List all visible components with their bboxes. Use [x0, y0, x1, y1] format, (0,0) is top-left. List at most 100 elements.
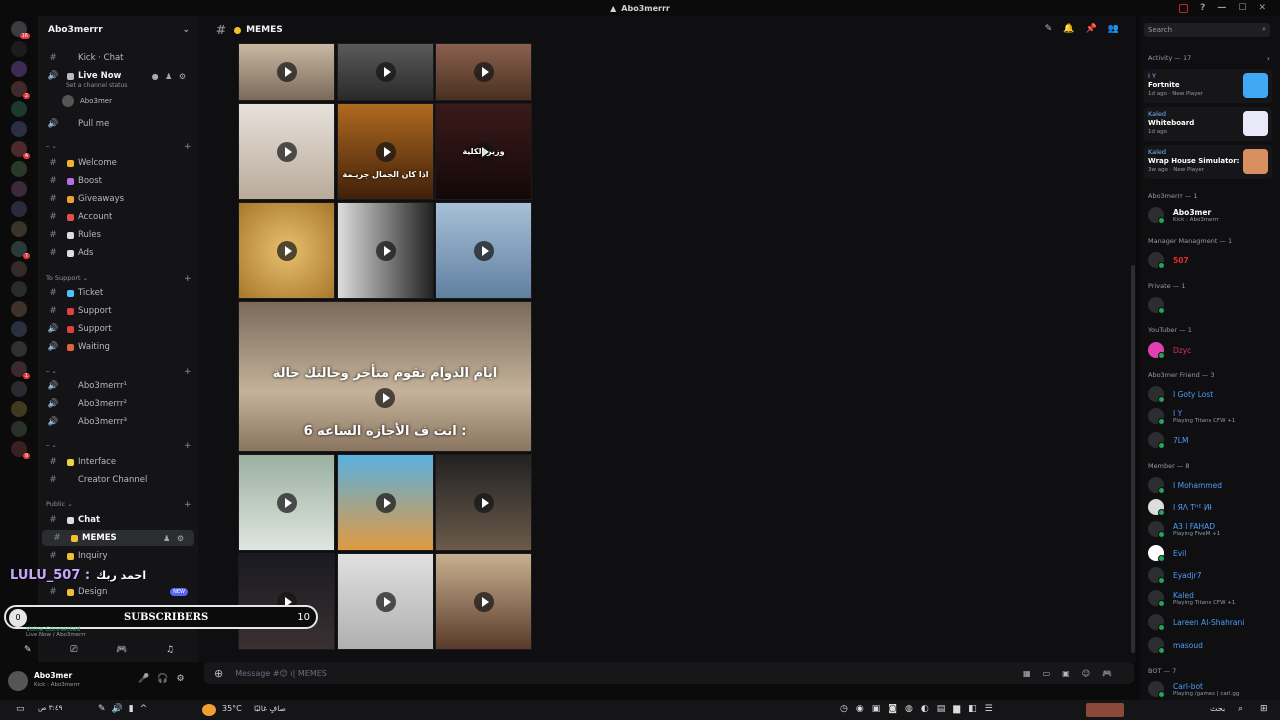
video-thumbnail[interactable] — [435, 553, 532, 650]
scrollbar[interactable] — [1131, 265, 1135, 653]
video-thumbnail[interactable] — [337, 43, 434, 101]
channel-rules[interactable]: # Rules — [38, 227, 196, 243]
settings-icon[interactable]: ⚙ — [176, 674, 192, 684]
category-header[interactable]: ⎯ ⌄ + — [46, 441, 192, 451]
video-thumbnail[interactable] — [238, 43, 335, 101]
discord-icon[interactable]: ◙ — [888, 704, 905, 714]
activity-icon[interactable]: 🎮 — [116, 645, 127, 655]
server-icon[interactable] — [11, 161, 27, 177]
server-icon[interactable] — [11, 381, 27, 397]
desktop-icon[interactable]: ▭ — [16, 704, 25, 714]
help-icon[interactable]: ? — [1200, 3, 1205, 13]
channel-chat[interactable]: # Chat — [38, 512, 196, 528]
add-attachment-icon[interactable]: ⊕ — [214, 667, 223, 680]
server-icon[interactable] — [11, 301, 27, 317]
server-icon[interactable] — [11, 41, 27, 57]
battery-icon[interactable]: ▮ — [129, 704, 140, 714]
video-thumbnail[interactable] — [435, 43, 532, 101]
channel-controls[interactable]: ♟ ⚙ — [163, 534, 186, 543]
video-thumbnail[interactable] — [337, 454, 434, 551]
widgets-icon[interactable] — [1086, 703, 1124, 717]
channel-voice-2[interactable]: 🔊 Abo3merrr² — [38, 396, 196, 412]
volume-icon[interactable]: 🔊 — [112, 704, 129, 714]
members-icon[interactable]: 👥 — [1108, 24, 1130, 34]
soundboard-icon[interactable]: ♫ — [166, 645, 174, 655]
channel-interface[interactable]: # Interface — [38, 454, 196, 470]
server-icon[interactable] — [11, 181, 27, 197]
maximize-button[interactable]: ☐ — [1238, 3, 1246, 13]
play-icon[interactable] — [375, 591, 396, 612]
video-thumbnail[interactable] — [238, 454, 335, 551]
channel-voice-1[interactable]: 🔊 Abo3merrr¹ — [38, 378, 196, 394]
deafen-icon[interactable]: 🎧 — [157, 674, 176, 684]
play-icon[interactable] — [375, 141, 396, 162]
video-thumbnail[interactable] — [337, 202, 434, 299]
channel-controls[interactable]: ● ♟ ⚙ — [152, 72, 188, 81]
play-icon[interactable] — [276, 492, 297, 513]
play-icon[interactable] — [473, 492, 494, 513]
video-thumbnail[interactable] — [435, 202, 532, 299]
video-thumbnail[interactable] — [238, 103, 335, 200]
app-icon[interactable]: ▣ — [872, 704, 889, 714]
close-button[interactable]: ✕ — [1258, 3, 1266, 13]
message-composer[interactable]: ⊕ Message #😊 ı| MEMES ▦▭▣☺🎮 — [204, 662, 1134, 684]
server-icon[interactable] — [11, 121, 27, 137]
play-icon[interactable] — [276, 141, 297, 162]
activity-card[interactable]: I Y Fortnite 1d ago · New Player — [1144, 69, 1272, 103]
channel-ads[interactable]: # Ads — [38, 245, 196, 261]
activity-card[interactable]: KaledWrap House Simulator: Pro...3w ago … — [1144, 145, 1272, 179]
server-icon[interactable] — [11, 281, 27, 297]
folder-icon[interactable]: ▆ — [953, 704, 968, 714]
channel-support-2[interactable]: 🔊 Support — [38, 321, 196, 337]
activity-card[interactable]: Kaled Whiteboard 1d ago — [1144, 107, 1272, 141]
channel-support-1[interactable]: # Support — [38, 303, 196, 319]
server-icon[interactable] — [11, 421, 27, 437]
server-icon[interactable] — [11, 321, 27, 337]
inbox-icon[interactable] — [1179, 3, 1189, 13]
search-input[interactable]: Search ⌕ — [1144, 23, 1270, 37]
server-icon[interactable] — [11, 261, 27, 277]
server-icon[interactable] — [11, 201, 27, 217]
channel-boost[interactable]: # Boost — [38, 173, 196, 189]
chevron-up-icon[interactable]: ^ — [140, 704, 154, 714]
home-icon[interactable]: 16 — [11, 21, 30, 39]
member-item[interactable]: Evil — [1148, 543, 1274, 563]
add-channel-icon[interactable]: + — [184, 367, 192, 377]
member-item[interactable]: Dzyc — [1148, 340, 1274, 360]
channel-creator[interactable]: # Creator Channel — [38, 472, 196, 488]
sticker-icon[interactable]: ▣ — [1062, 669, 1082, 678]
video-thumbnail[interactable]: وزير الكلية — [435, 103, 532, 200]
search-icon[interactable]: ⌕ — [1238, 704, 1243, 714]
video-thumbnail[interactable] — [435, 454, 532, 551]
video-thumbnail-large[interactable]: ايام الدوام تقوم متأخر وحالتك حالة انت ف… — [238, 301, 532, 452]
server-header[interactable]: Abo3merrr ⌄ — [38, 16, 198, 44]
channel-kick-chat[interactable]: # Kick · Chat — [38, 50, 196, 66]
message-input[interactable]: Message #😊 ı| MEMES — [235, 669, 327, 678]
server-icon[interactable]: 4 — [11, 141, 30, 159]
task-view-icon[interactable]: ☰ — [985, 704, 1001, 714]
member-item[interactable]: I Goty Lost — [1148, 384, 1274, 404]
app-icon[interactable]: ◧ — [968, 704, 985, 714]
channel-account[interactable]: # Account — [38, 209, 196, 225]
category-public[interactable]: Public ⌄ + — [46, 500, 192, 510]
server-icon[interactable]: 7 — [11, 241, 30, 259]
server-icon[interactable]: 1 — [11, 361, 30, 379]
gif-icon[interactable]: ▭ — [1043, 669, 1063, 678]
member-item[interactable]: 507 — [1148, 250, 1274, 270]
channel-giveaways[interactable]: # Giveaways — [38, 191, 196, 207]
member-item[interactable]: Abo3mer Kick : Abo3merrr — [1148, 205, 1274, 225]
server-icon[interactable] — [11, 221, 27, 237]
member-item[interactable]: I Y Playing Titans CFW +1 — [1148, 406, 1274, 426]
pen-icon[interactable]: ✎ — [98, 704, 112, 714]
add-channel-icon[interactable]: + — [184, 441, 192, 451]
channel-ticket[interactable]: # Ticket — [38, 285, 196, 301]
start-icon[interactable]: ⊞ — [1260, 704, 1268, 714]
video-thumbnail[interactable] — [238, 202, 335, 299]
server-icon[interactable]: 2 — [11, 81, 30, 99]
member-item[interactable]: masoud — [1148, 635, 1274, 655]
camera-icon[interactable]: ✎ — [24, 645, 32, 655]
chevron-right-icon[interactable]: › — [1267, 54, 1270, 63]
emoji-icon[interactable]: ☺ — [1082, 669, 1102, 678]
pin-icon[interactable]: 📌 — [1086, 24, 1108, 34]
member-item[interactable]: 7LM — [1148, 430, 1274, 450]
